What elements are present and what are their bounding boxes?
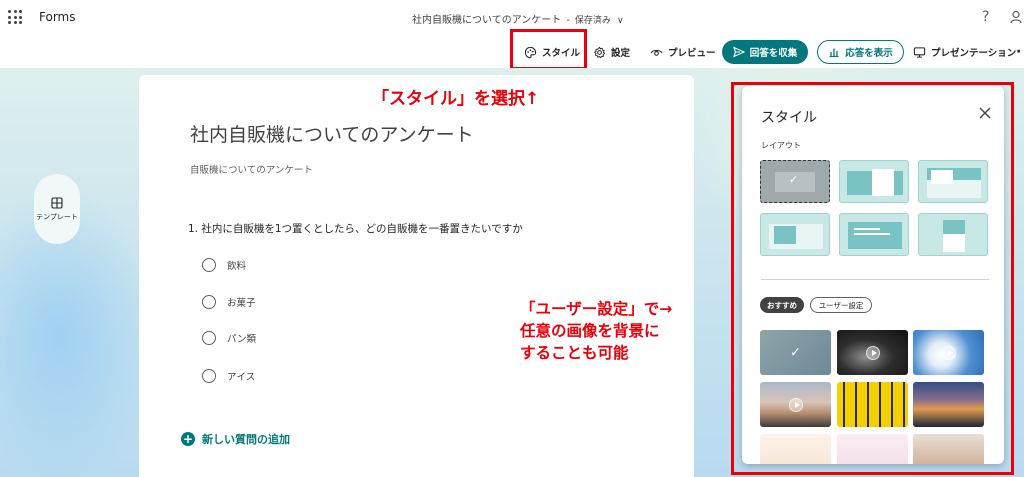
option-row[interactable]: お菓子 [202, 295, 256, 309]
annotation-line: 「ユーザー設定」で→ [520, 300, 673, 318]
preview-button[interactable]: プレビュー [650, 42, 716, 62]
option-label: アイス [227, 372, 256, 383]
background-glow-left [0, 188, 160, 477]
more-icon: · [1016, 44, 1022, 60]
annotation-line: 任意の画像を背景に [520, 322, 660, 340]
annotation-select-style: 「スタイル」を選択↑ [372, 89, 540, 109]
option-label: パン類 [227, 334, 256, 345]
plus-circle-icon: + [181, 432, 195, 446]
form-card: 社内自販機についてのアンケート 自販機についてのアンケート 1. 社内に自販機を… [139, 75, 694, 477]
option-label: 飲料 [227, 261, 247, 272]
chevron-down-icon[interactable]: ∨ [617, 16, 624, 26]
radio-button[interactable] [202, 331, 216, 345]
present-button[interactable]: プレゼンテーション [913, 42, 1016, 62]
app-launcher-icon[interactable] [8, 10, 22, 24]
option-row[interactable]: アイス [202, 369, 255, 383]
radio-button[interactable] [202, 295, 216, 309]
share-person-icon[interactable] [1010, 10, 1024, 24]
option-row[interactable]: 飲料 [202, 258, 246, 272]
collect-responses-label: 回答を収集 [749, 48, 798, 59]
view-responses-label: 応答を表示 [845, 48, 893, 59]
radio-button[interactable] [202, 258, 216, 272]
monitor-icon [913, 46, 926, 58]
view-responses-button[interactable]: 応答を表示 [817, 40, 904, 64]
present-button-label: プレゼンテーション [931, 48, 1017, 59]
title-separator: - [566, 15, 570, 26]
save-status: 保存済み [574, 16, 611, 26]
document-title: 社内自販機についてのアンケート [412, 15, 562, 26]
app-name[interactable]: Forms [39, 10, 75, 24]
preview-button-label: プレビュー [668, 48, 716, 59]
form-description[interactable]: 自販機についてのアンケート [190, 162, 313, 176]
option-row[interactable]: パン類 [202, 331, 256, 345]
templates-button[interactable]: テンプレート [34, 174, 80, 244]
option-label: お菓子 [227, 298, 256, 309]
radio-button[interactable] [202, 369, 216, 383]
add-question-button[interactable]: + 新しい質問の追加 [181, 431, 290, 447]
help-icon[interactable]: ? [982, 9, 989, 25]
thumbs-chart-icon [829, 48, 839, 58]
more-options-button[interactable]: · [1016, 42, 1021, 62]
send-icon [732, 46, 745, 58]
question-1-text[interactable]: 1. 社内に自販機を1つ置くとしたら、どの自販機を一番置きたいですか [188, 221, 523, 236]
document-title-menu[interactable]: 社内自販機についてのアンケート - 保存済み ∨ [412, 11, 624, 26]
annotation-line: することも可能 [520, 344, 629, 362]
gear-icon [593, 46, 606, 58]
collect-responses-button[interactable]: 回答を収集 [722, 40, 808, 64]
settings-button-label: 設定 [611, 48, 631, 59]
templates-label: テンプレート [36, 212, 78, 221]
style-highlight-box [510, 29, 587, 70]
annotation-user-setting: 「ユーザー設定」で→ 任意の画像を背景に することも可能 [520, 298, 672, 364]
template-grid-icon [51, 196, 63, 209]
style-panel-highlight-box [731, 82, 1014, 475]
eye-icon [650, 49, 663, 56]
add-question-label: 新しい質問の追加 [202, 433, 290, 446]
settings-button[interactable]: 設定 [593, 42, 630, 62]
form-title[interactable]: 社内自販機についてのアンケート [190, 120, 474, 147]
